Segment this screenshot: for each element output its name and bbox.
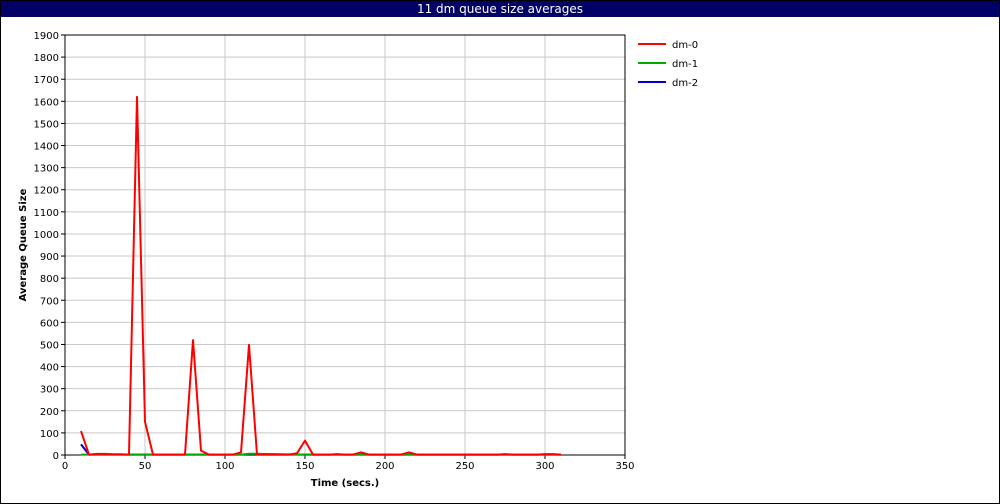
y-tick-label: 1500 <box>34 119 59 130</box>
y-tick-label: 1000 <box>34 230 59 241</box>
series-lines <box>80 95 562 456</box>
x-tick-label: 200 <box>375 461 394 472</box>
y-tick-label: 700 <box>40 296 59 307</box>
y-tick-label: 1400 <box>34 142 59 153</box>
x-tick-label: 50 <box>139 461 152 472</box>
y-tick-label: 1300 <box>34 164 59 175</box>
y-tick-label: 1200 <box>34 186 59 197</box>
y-tick-label: 800 <box>40 274 59 285</box>
x-axis-label: Time (secs.) <box>311 478 380 489</box>
y-axis-label: Average Queue Size <box>18 188 29 301</box>
plot-area <box>64 34 626 456</box>
y-tick-label: 200 <box>40 407 59 418</box>
x-tick-label: 0 <box>62 461 68 472</box>
x-tick-label: 300 <box>535 461 554 472</box>
legend-label-dm-2: dm-2 <box>672 78 698 89</box>
legend-label-dm-1: dm-1 <box>672 59 698 70</box>
y-tick-label: 300 <box>40 385 59 396</box>
y-tick-label: 100 <box>40 429 59 440</box>
x-tick-label: 250 <box>455 461 474 472</box>
y-tick-label: 1900 <box>34 31 59 42</box>
y-tick-label: 0 <box>53 451 59 462</box>
y-tick-label: 1100 <box>34 208 59 219</box>
grid-lines <box>64 34 626 456</box>
legend: dm-0 dm-1 dm-2 <box>638 40 698 89</box>
x-tick-label: 100 <box>215 461 234 472</box>
x-tick-label: 150 <box>295 461 314 472</box>
y-tick-label: 600 <box>40 318 59 329</box>
y-axis-ticks: 0 100 200 300 400 500 600 700 800 900 1000 1100 1200… <box>34 31 65 462</box>
x-axis-ticks: 0 50 100 150 200 250 300 350 <box>62 455 635 472</box>
x-tick-label: 350 <box>615 461 634 472</box>
y-tick-label: 400 <box>40 363 59 374</box>
y-tick-label: 1600 <box>34 97 59 108</box>
y-tick-label: 1700 <box>34 75 59 86</box>
y-tick-label: 1800 <box>34 53 59 64</box>
y-tick-label: 900 <box>40 252 59 263</box>
legend-label-dm-0: dm-0 <box>672 40 698 51</box>
series-line-dm-0 <box>80 95 562 456</box>
line-chart: 0100200300400500600700800900100011001200… <box>18 31 698 489</box>
y-tick-label: 500 <box>40 340 59 351</box>
